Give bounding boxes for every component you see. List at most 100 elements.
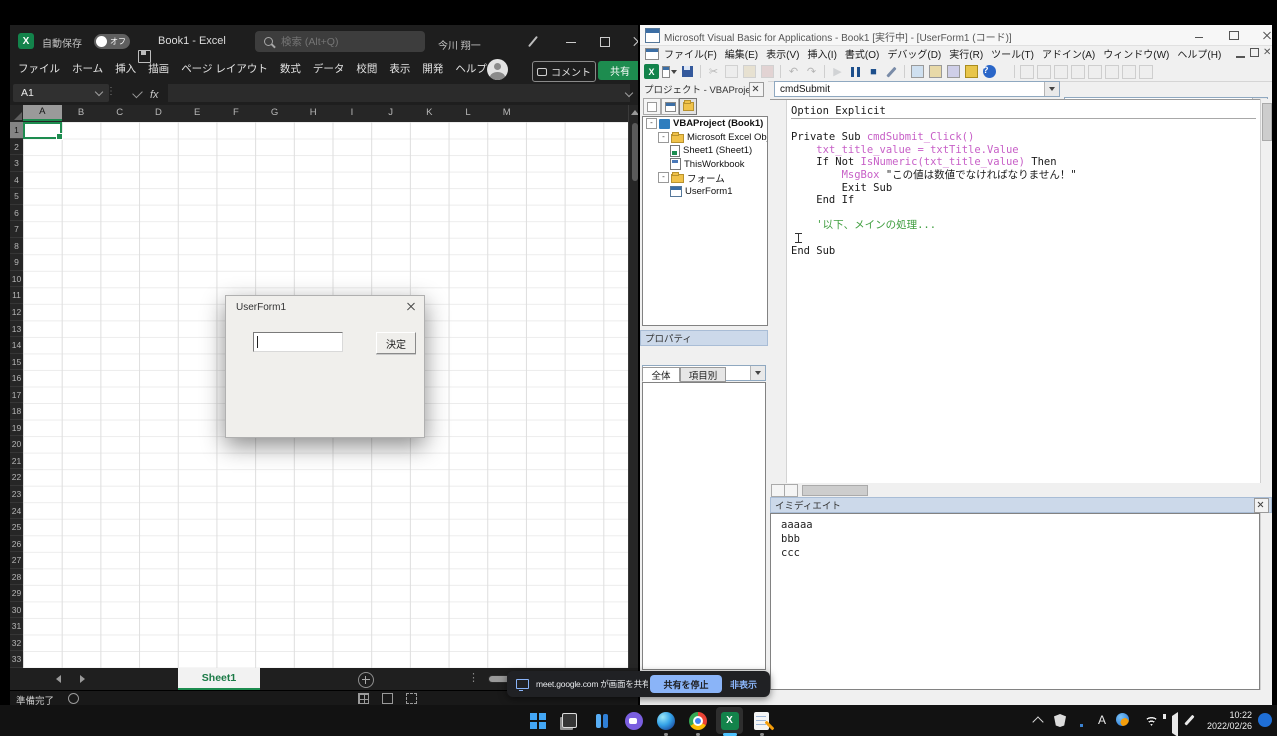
search-input[interactable]: [279, 35, 403, 49]
undo-icon[interactable]: ↶: [786, 64, 801, 79]
row-header-6[interactable]: 6: [10, 205, 23, 222]
format-painter-icon[interactable]: [760, 64, 775, 79]
dropdown-arrow-icon[interactable]: [750, 366, 765, 380]
new-sheet-button[interactable]: [358, 672, 374, 688]
tray-globe-icon[interactable]: [1116, 713, 1129, 726]
object-browser-icon[interactable]: [946, 64, 961, 79]
ribbon-tab-2[interactable]: 挿入: [109, 58, 142, 81]
column-header-L[interactable]: L: [449, 105, 488, 121]
code-line-9[interactable]: [791, 207, 1256, 220]
close-icon[interactable]: [406, 302, 416, 312]
procedure-view-icon[interactable]: [771, 484, 785, 497]
hscroll-thumb[interactable]: [802, 485, 868, 496]
collapse-toggle-icon[interactable]: -: [658, 132, 669, 143]
row-header-10[interactable]: 10: [10, 271, 23, 288]
tree-item[interactable]: ThisWorkbook: [643, 158, 767, 172]
task-view-button[interactable]: [556, 707, 583, 734]
select-all-corner[interactable]: [10, 105, 23, 121]
wifi-icon[interactable]: [1144, 715, 1159, 726]
column-header-A[interactable]: A: [23, 105, 62, 121]
column-header-I[interactable]: I: [333, 105, 372, 121]
ribbon-tab-0[interactable]: ファイル: [12, 58, 66, 81]
tree-item[interactable]: UserForm1: [643, 185, 767, 199]
ribbon-tab-8[interactable]: 表示: [383, 58, 416, 81]
row-header-4[interactable]: 4: [10, 172, 23, 189]
row-header-29[interactable]: 29: [10, 585, 23, 602]
close-button[interactable]: [622, 25, 640, 58]
maximize-button[interactable]: [590, 25, 620, 58]
run-icon[interactable]: ▶: [830, 64, 845, 79]
volume-icon[interactable]: [1172, 712, 1178, 736]
row-header-5[interactable]: 5: [10, 188, 23, 205]
outdent-icon[interactable]: [1037, 65, 1051, 79]
code-line-2[interactable]: [791, 118, 1256, 132]
cut-icon[interactable]: ✂: [706, 64, 721, 79]
start-button[interactable]: [524, 707, 551, 734]
child-minimize-icon[interactable]: [1236, 47, 1245, 58]
code-line-12[interactable]: End Sub: [791, 245, 1256, 258]
collapse-toggle-icon[interactable]: -: [646, 118, 657, 129]
row-header-27[interactable]: 27: [10, 552, 23, 569]
reset-icon[interactable]: ■: [866, 64, 881, 79]
code-vertical-scrollbar[interactable]: [1260, 99, 1272, 483]
comment-block-icon[interactable]: [1054, 65, 1068, 79]
tray-expand-chevron[interactable]: [1032, 716, 1043, 727]
notepad-taskbar-button[interactable]: [748, 707, 775, 734]
pen-icon[interactable]: [1184, 715, 1194, 726]
ribbon-tab-10[interactable]: ヘルプ: [449, 58, 493, 81]
page-layout-view-icon[interactable]: [382, 693, 393, 704]
ribbon-tab-5[interactable]: 数式: [274, 58, 307, 81]
view-object-button[interactable]: [661, 98, 679, 115]
tree-item[interactable]: -フォーム: [643, 171, 767, 185]
vba-minimize-button[interactable]: [1188, 27, 1210, 43]
tree-item[interactable]: Sheet1 (Sheet1): [643, 144, 767, 158]
chrome-browser-button[interactable]: [684, 707, 711, 734]
immediate-content[interactable]: aaaaabbbccc: [770, 513, 1260, 690]
code-line-3[interactable]: Private Sub cmdSubmit_Click(): [791, 131, 1256, 144]
share-button[interactable]: 共有: [598, 61, 640, 80]
vba-close-button[interactable]: [1256, 27, 1272, 43]
code-line-11[interactable]: [791, 232, 1256, 245]
enter-icon[interactable]: [132, 88, 143, 99]
name-box[interactable]: A1: [13, 84, 109, 102]
row-header-9[interactable]: 9: [10, 254, 23, 271]
previous-sheet-icon[interactable]: [56, 675, 61, 683]
copy-icon[interactable]: [724, 64, 739, 79]
properties-list[interactable]: [642, 382, 766, 670]
save-icon[interactable]: [680, 64, 695, 79]
clock[interactable]: 10:22 2022/02/26: [1202, 710, 1252, 731]
immediate-vertical-scrollbar[interactable]: [1260, 513, 1272, 690]
minimize-button[interactable]: [556, 25, 586, 58]
page-break-view-icon[interactable]: [406, 693, 417, 704]
design-mode-icon[interactable]: [884, 64, 899, 79]
code-line-8[interactable]: End If: [791, 194, 1256, 207]
notification-badge[interactable]: [1258, 713, 1272, 727]
paste-icon[interactable]: [742, 64, 757, 79]
full-module-view-icon[interactable]: [784, 484, 798, 497]
code-line-1[interactable]: Option Explicit: [791, 105, 1256, 118]
dropdown-arrow-icon[interactable]: [1044, 82, 1059, 96]
column-header-G[interactable]: G: [255, 105, 294, 121]
row-header-15[interactable]: 15: [10, 354, 23, 371]
view-code-button[interactable]: [643, 98, 661, 115]
excel-icon[interactable]: [644, 64, 659, 79]
row-header-30[interactable]: 30: [10, 602, 23, 619]
insert-userform-icon[interactable]: [662, 64, 677, 79]
ribbon-tab-6[interactable]: データ: [307, 58, 351, 81]
help-icon[interactable]: [982, 64, 997, 79]
ribbon-tab-1[interactable]: ホーム: [66, 58, 109, 81]
drag-handle-icon[interactable]: ⋮: [106, 86, 116, 97]
tab-categorized[interactable]: 項目別: [680, 367, 726, 382]
column-header-C[interactable]: C: [100, 105, 139, 121]
normal-view-icon[interactable]: [358, 693, 369, 704]
next-sheet-icon[interactable]: [80, 675, 85, 683]
row-header-32[interactable]: 32: [10, 635, 23, 652]
row-header-1[interactable]: 1: [10, 122, 23, 139]
child-close-icon[interactable]: ✕: [1263, 47, 1271, 58]
row-header-2[interactable]: 2: [10, 139, 23, 156]
excel-taskbar-button[interactable]: [716, 707, 743, 734]
code-editor[interactable]: Option Explicit Private Sub cmdSubmit_Cli…: [770, 99, 1260, 484]
row-header-33[interactable]: 33: [10, 651, 23, 668]
code-line-7[interactable]: Exit Sub: [791, 182, 1256, 195]
selected-cell-a1[interactable]: [23, 122, 62, 139]
